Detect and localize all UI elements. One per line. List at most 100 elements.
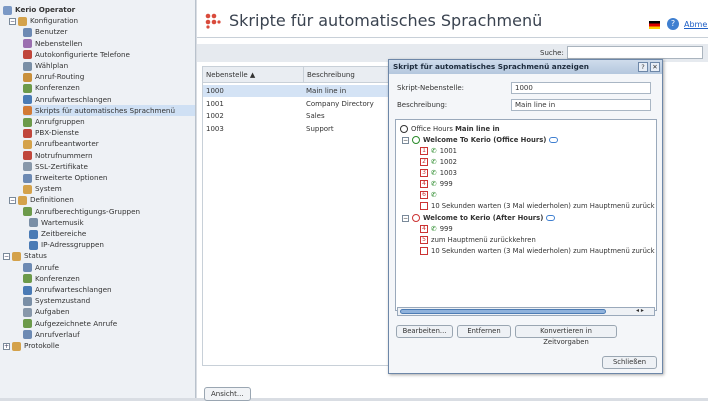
sidebar-item[interactable]: Aufgaben bbox=[23, 306, 195, 317]
sidebar-item[interactable]: Systemzustand bbox=[23, 295, 195, 306]
phone-icon: ✆ bbox=[431, 180, 437, 188]
sidebar-item-icon bbox=[12, 251, 21, 261]
tree-root[interactable]: Office Hours Main line in bbox=[400, 124, 500, 134]
sidebar-item[interactable]: Zeitbereiche bbox=[29, 228, 195, 239]
sidebar-item[interactable]: − Konfiguration bbox=[9, 15, 195, 26]
menu-after-icon bbox=[412, 214, 420, 222]
sidebar-item[interactable]: Anrufbeantworter bbox=[23, 138, 195, 149]
sidebar-item[interactable]: System bbox=[23, 183, 195, 194]
collapse-icon[interactable]: − bbox=[402, 214, 409, 222]
sidebar-item-label: Notrufnummern bbox=[35, 150, 93, 160]
sidebar-item[interactable]: Skripts für automatisches Sprachmenü bbox=[23, 104, 195, 116]
page-header: Skripte für automatisches Sprachmenü ? A… bbox=[197, 0, 708, 38]
sidebar-item[interactable]: IP-Adressgruppen bbox=[29, 239, 195, 250]
collapse-icon[interactable]: − bbox=[402, 136, 409, 144]
key-icon: 4 bbox=[420, 180, 428, 188]
sidebar-item[interactable]: PBX-Dienste bbox=[23, 127, 195, 138]
sidebar-item[interactable]: Anrufe bbox=[23, 262, 195, 273]
sidebar-item-label: IP-Adressgruppen bbox=[41, 240, 104, 250]
sidebar-item[interactable]: Anrufwarteschlangen bbox=[23, 94, 195, 105]
collapse-icon[interactable]: − bbox=[3, 252, 10, 260]
sidebar-item[interactable]: Autokonfigurierte Telefone bbox=[23, 49, 195, 60]
dialog-help-button[interactable]: ? bbox=[638, 62, 648, 72]
sidebar-item-label: Wartemusik bbox=[41, 217, 84, 227]
sidebar-item-label: Wählplan bbox=[35, 61, 69, 70]
sidebar-item-label: Konfiguration bbox=[30, 16, 79, 26]
sidebar-item[interactable]: Konferenzen bbox=[23, 273, 195, 284]
menu-item[interactable]: 2 ✆ 1002 bbox=[420, 157, 457, 167]
key-icon: 1 bbox=[420, 147, 428, 155]
edit-button[interactable]: Bearbeiten... bbox=[396, 325, 453, 338]
sidebar-item[interactable]: − Status bbox=[3, 250, 195, 261]
description-field[interactable]: Main line in bbox=[511, 99, 651, 111]
key-icon: 2 bbox=[420, 158, 428, 166]
menu-item[interactable]: 1 ✆ 1001 bbox=[420, 146, 457, 156]
cell-extension: 1003 bbox=[206, 124, 224, 133]
language-flag-icon[interactable] bbox=[649, 21, 660, 29]
scrollbar-thumb[interactable] bbox=[400, 309, 606, 314]
menu-item[interactable]: 4 ✆ 999 bbox=[420, 179, 453, 189]
menu-item[interactable]: 6 ✆ bbox=[420, 190, 440, 200]
table-row[interactable]: 1001 Company Directory bbox=[203, 98, 393, 110]
logout-link[interactable]: Abmelden bbox=[684, 20, 708, 29]
view-button[interactable]: Ansicht... bbox=[204, 387, 251, 401]
sidebar-item[interactable]: Benutzer bbox=[23, 26, 195, 37]
horizontal-scrollbar[interactable]: ◂ ▸ bbox=[397, 307, 655, 316]
sidebar-item[interactable]: Wählplan bbox=[23, 60, 195, 71]
convert-button[interactable]: Konvertieren in Zeitvorgaben bbox=[515, 325, 617, 346]
menu-item[interactable]: 5 zum Hauptmenü zurückkehren bbox=[420, 235, 536, 245]
column-header-extension[interactable]: Nebenstelle ▲ bbox=[203, 67, 303, 83]
sidebar-item-label: Anrufwarteschlangen bbox=[35, 285, 112, 294]
sidebar-item-icon bbox=[23, 285, 32, 295]
sidebar-item[interactable]: Konferenzen bbox=[23, 82, 195, 93]
cell-description: Company Directory bbox=[306, 99, 374, 108]
sidebar-item[interactable]: Wartemusik bbox=[29, 217, 195, 228]
phone-icon: ✆ bbox=[431, 147, 437, 155]
table-row[interactable]: 1003 Support bbox=[203, 123, 393, 135]
scroll-arrows-icon[interactable]: ◂ ▸ bbox=[636, 307, 644, 314]
sidebar-item-icon bbox=[18, 16, 27, 26]
table-row[interactable]: 1000 Main line in bbox=[203, 85, 393, 97]
sidebar-item[interactable]: + Protokolle bbox=[3, 340, 195, 351]
sidebar-item[interactable]: Erweiterte Optionen bbox=[23, 172, 195, 183]
sidebar-item[interactable]: Notrufnummern bbox=[23, 150, 195, 161]
table-row[interactable]: 1002 Sales bbox=[203, 110, 393, 122]
sidebar-item[interactable]: Nebenstellen bbox=[23, 38, 195, 49]
cell-description: Sales bbox=[306, 112, 325, 120]
remove-button[interactable]: Entfernen bbox=[457, 325, 511, 338]
sidebar-item[interactable]: SSL-Zertifikate bbox=[23, 161, 195, 172]
column-header-description[interactable]: Beschreibung bbox=[303, 67, 393, 83]
cell-extension: 1001 bbox=[206, 99, 224, 108]
sidebar-item[interactable]: − Definitionen bbox=[9, 194, 195, 205]
menu-item[interactable]: 10 Sekunden warten (3 Mal wiederholen) z… bbox=[420, 201, 655, 211]
sidebar-item[interactable]: Aufgezeichnete Anrufe bbox=[23, 318, 195, 329]
phone-icon: ✆ bbox=[431, 169, 437, 177]
close-button[interactable]: Schließen bbox=[602, 356, 657, 369]
view-script-dialog: Skript für automatisches Sprachmenü anze… bbox=[388, 59, 663, 374]
expand-icon[interactable]: + bbox=[3, 342, 10, 350]
sidebar-item[interactable]: Anruf-Routing bbox=[23, 71, 195, 82]
sidebar-item[interactable]: Anrufwarteschlangen bbox=[23, 284, 195, 295]
menu-item[interactable]: 4 ✆ 999 bbox=[420, 224, 453, 234]
menu-item[interactable]: 10 Sekunden warten (3 Mal wiederholen) z… bbox=[420, 246, 655, 256]
menu-item[interactable]: 3 ✆ 1003 bbox=[420, 168, 457, 178]
collapse-icon[interactable]: − bbox=[9, 17, 16, 25]
dialog-close-icon[interactable]: ✕ bbox=[650, 62, 660, 72]
dialog-title: Skript für automatisches Sprachmenü anze… bbox=[389, 60, 662, 74]
sidebar-item[interactable]: Anrufgruppen bbox=[23, 116, 195, 127]
search-input[interactable] bbox=[567, 46, 703, 59]
sidebar-item[interactable]: Anrufverlauf bbox=[23, 329, 195, 340]
extension-field[interactable]: 1000 bbox=[511, 82, 651, 94]
sidebar-item-label: Anrufgruppen bbox=[35, 117, 85, 126]
help-icon[interactable]: ? bbox=[667, 18, 679, 30]
tree-root-name: Main line in bbox=[455, 125, 500, 133]
sidebar-item[interactable]: Anrufberechtigungs-Gruppen bbox=[23, 206, 195, 217]
collapse-icon[interactable]: − bbox=[9, 196, 16, 204]
menu-office-hours[interactable]: − Welcome To Kerio (Office Hours) bbox=[402, 135, 559, 145]
sidebar-item-icon bbox=[23, 307, 32, 317]
sidebar-item-icon bbox=[29, 229, 38, 239]
sidebar-item-icon bbox=[23, 83, 32, 93]
menu-after-hours[interactable]: − Welcome to Kerio (After Hours) bbox=[402, 213, 556, 223]
sidebar-item-icon bbox=[23, 207, 32, 217]
sidebar-item[interactable]: Kerio Operator bbox=[3, 4, 195, 15]
